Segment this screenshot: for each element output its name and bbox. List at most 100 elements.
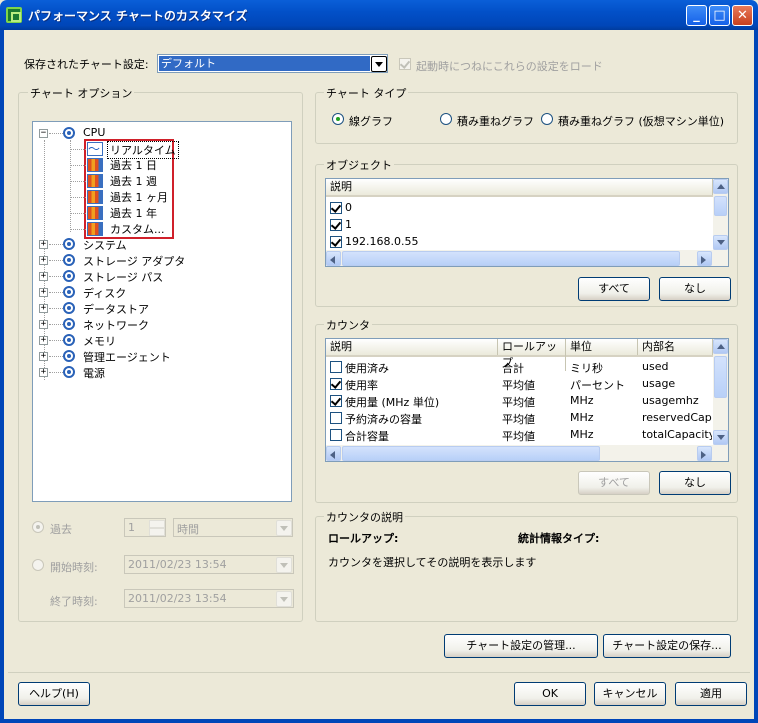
tree-item-network[interactable]: ネットワーク — [83, 317, 149, 333]
tree-item-power[interactable]: 電源 — [83, 365, 105, 381]
scroll-up-button[interactable] — [713, 179, 728, 194]
tree-expander[interactable]: + — [39, 304, 48, 313]
scroll-down-button[interactable] — [713, 430, 728, 445]
counter-checkbox[interactable] — [330, 395, 342, 407]
table-row[interactable]: 予約済みの容量 平均値 MHz reservedCapa — [326, 410, 713, 427]
tree-expander[interactable]: + — [39, 272, 48, 281]
scroll-thumb[interactable] — [714, 356, 727, 398]
save-settings-button[interactable]: チャート設定の保存... — [603, 634, 731, 658]
spin-up-button[interactable] — [149, 520, 165, 528]
tree-item-past-month[interactable]: 過去 1 ヶ月 — [110, 189, 168, 205]
chart-type-stacked-radio[interactable] — [440, 113, 452, 125]
tree-item-storage-adapter[interactable]: ストレージ アダプタ — [83, 253, 185, 269]
mgmt-agent-node-icon — [63, 350, 75, 362]
saved-settings-combo[interactable]: デフォルト — [157, 54, 388, 73]
start-time-combo[interactable]: 2011/02/23 13:54 — [124, 555, 294, 574]
apply-button[interactable]: 適用 — [675, 682, 747, 706]
chevron-down-icon[interactable] — [276, 520, 292, 536]
objects-all-button[interactable]: すべて — [578, 277, 650, 301]
tree-item-storage-path[interactable]: ストレージ パス — [83, 269, 163, 285]
spin-down-button[interactable] — [149, 528, 165, 536]
divider — [8, 672, 750, 673]
scroll-thumb[interactable] — [342, 446, 600, 461]
power-node-icon — [63, 366, 75, 378]
tree-item-past-day[interactable]: 過去 1 日 — [110, 157, 157, 173]
tree-item-mgmt-agent[interactable]: 管理エージェント — [83, 349, 171, 365]
tree-expander[interactable]: + — [39, 320, 48, 329]
scroll-up-button[interactable] — [713, 339, 728, 354]
last-unit-combo[interactable]: 時間 — [173, 518, 293, 537]
scroll-left-button[interactable] — [326, 251, 341, 266]
tree-item-disk[interactable]: ディスク — [83, 285, 126, 301]
tree-expander[interactable]: + — [39, 368, 48, 377]
counter-rollup: 平均値 — [502, 430, 535, 443]
help-button[interactable]: ヘルプ(H) — [18, 682, 90, 706]
tree-expander[interactable]: + — [39, 352, 48, 361]
object-label-1: 1 — [345, 218, 352, 231]
frame-bottom — [0, 719, 758, 723]
table-row[interactable]: 使用済み 合計 ミリ秒 used — [326, 359, 713, 376]
cancel-button[interactable]: キャンセル — [594, 682, 666, 706]
objects-list[interactable]: 説明 0 1 192.168.0.55 — [325, 178, 729, 267]
tree-expander[interactable]: + — [39, 256, 48, 265]
tree-item-past-year[interactable]: 過去 1 年 — [110, 205, 157, 221]
chevron-down-icon[interactable] — [371, 56, 387, 72]
load-on-startup-checkbox[interactable] — [399, 58, 411, 70]
counter-checkbox[interactable] — [330, 429, 342, 441]
manage-settings-button[interactable]: チャート設定の管理... — [444, 634, 598, 658]
counter-rollup: 平均値 — [502, 396, 535, 409]
tree-item-past-week[interactable]: 過去 1 週 — [110, 173, 157, 189]
object-checkbox-2[interactable] — [330, 236, 342, 248]
tree-item-system[interactable]: システム — [83, 237, 127, 253]
scroll-right-button[interactable] — [697, 446, 712, 461]
tree-expander[interactable]: + — [39, 336, 48, 345]
table-row[interactable]: 使用率 平均値 パーセント usage — [326, 376, 713, 393]
counter-checkbox[interactable] — [330, 412, 342, 424]
scroll-thumb[interactable] — [714, 196, 727, 216]
close-button[interactable]: ✕ — [732, 5, 753, 26]
chevron-down-icon[interactable] — [276, 591, 292, 607]
counters-column-unit[interactable]: 単位 — [566, 339, 638, 355]
counters-all-button[interactable]: すべて — [578, 471, 650, 495]
chart-type-line-label: 線グラフ — [349, 115, 393, 128]
tree-expander[interactable]: + — [39, 240, 48, 249]
last-radio[interactable] — [32, 521, 44, 533]
counter-rollup: 合計 — [502, 362, 524, 375]
tree-expander[interactable]: + — [39, 288, 48, 297]
counter-checkbox[interactable] — [330, 361, 342, 373]
end-time-combo[interactable]: 2011/02/23 13:54 — [124, 589, 294, 608]
tree-item-datastore[interactable]: データストア — [83, 301, 149, 317]
objects-none-button[interactable]: なし — [659, 277, 731, 301]
tree-expander[interactable]: − — [39, 129, 48, 138]
minimize-button[interactable]: _ — [686, 5, 707, 26]
object-checkbox-0[interactable] — [330, 202, 342, 214]
object-checkbox-1[interactable] — [330, 219, 342, 231]
tree-item-custom[interactable]: カスタム... — [110, 221, 165, 237]
datastore-node-icon — [63, 302, 75, 314]
maximize-button[interactable]: □ — [709, 5, 730, 26]
counter-desc-legend: カウンタの説明 — [324, 509, 405, 525]
counter-desc: 合計容量 — [345, 430, 389, 443]
counters-table[interactable]: 説明 ロールアップ 単位 内部名 使用済み 合計 ミリ秒 used 使用率 平均… — [325, 338, 729, 462]
chart-type-stacked-vm-radio[interactable] — [541, 113, 553, 125]
tree-item-cpu[interactable]: CPU — [83, 126, 105, 139]
scroll-left-button[interactable] — [326, 446, 341, 461]
counters-none-button[interactable]: なし — [659, 471, 731, 495]
start-time-radio[interactable] — [32, 559, 44, 571]
counters-column-internal[interactable]: 内部名 — [638, 339, 713, 355]
table-row[interactable]: 使用量 (MHz 単位) 平均値 MHz usagemhz — [326, 393, 713, 410]
chevron-down-icon[interactable] — [276, 557, 292, 573]
counter-checkbox[interactable] — [330, 378, 342, 390]
objects-column-desc[interactable]: 説明 — [326, 179, 713, 195]
counter-internal: used — [642, 360, 669, 373]
chart-options-tree[interactable]: − CPU リアルタイム 過去 1 日 過去 1 週 過去 1 ヶ月 過去 1 … — [32, 121, 292, 502]
last-value-spinner[interactable]: 1 — [124, 518, 166, 537]
scroll-thumb[interactable] — [342, 251, 680, 266]
tree-item-memory[interactable]: メモリ — [83, 333, 116, 349]
chart-type-line-radio[interactable] — [332, 113, 344, 125]
table-row[interactable]: 合計容量 平均値 MHz totalCapacity — [326, 427, 713, 444]
scroll-down-button[interactable] — [713, 235, 728, 250]
counters-column-desc[interactable]: 説明 — [326, 339, 498, 355]
ok-button[interactable]: OK — [514, 682, 586, 706]
scroll-right-button[interactable] — [697, 251, 712, 266]
